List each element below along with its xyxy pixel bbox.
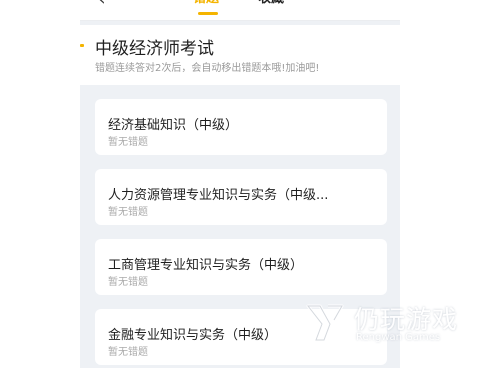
chevron-left-icon: ‹: [98, 0, 105, 10]
subject-title: 金融专业知识与实务（中级）: [108, 328, 278, 343]
subject-card-human-resources[interactable]: 人力资源管理专业知识与实务（中级... 暂无错题: [95, 169, 387, 225]
subject-title: 人力资源管理专业知识与实务（中级...: [108, 188, 329, 203]
title-accent-bar: [80, 44, 84, 47]
subject-status: 暂无错题: [108, 207, 148, 218]
exam-header: 中级经济师考试 错题连续答对2次后，会自动移出错题本哦!加油吧!: [80, 25, 400, 85]
subject-title: 工商管理专业知识与实务（中级）: [108, 258, 304, 273]
app-screen: ‹ 错题 收藏 中级经济师考试 错题连续答对2次后，会自动移出错题本哦!加油吧!…: [80, 0, 400, 368]
subject-card-business-management[interactable]: 工商管理专业知识与实务（中级） 暂无错题: [95, 239, 387, 295]
top-navigation-bar: ‹ 错题 收藏: [80, 0, 400, 21]
tab-wrong-questions[interactable]: 错题: [193, 0, 219, 12]
exam-title: 中级经济师考试: [95, 39, 214, 59]
back-button[interactable]: ‹: [92, 0, 112, 10]
subject-status: 暂无错题: [108, 347, 148, 358]
tab-favorites[interactable]: 收藏: [258, 0, 284, 12]
subject-status: 暂无错题: [108, 137, 148, 148]
subject-card-finance[interactable]: 金融专业知识与实务（中级） 暂无错题: [95, 309, 387, 365]
subject-status: 暂无错题: [108, 277, 148, 288]
exam-hint: 错题连续答对2次后，会自动移出错题本哦!加油吧!: [95, 63, 320, 74]
active-tab-indicator: [198, 12, 218, 15]
subject-card-economics-basics[interactable]: 经济基础知识（中级） 暂无错题: [95, 99, 387, 155]
subject-title: 经济基础知识（中级）: [108, 118, 239, 133]
